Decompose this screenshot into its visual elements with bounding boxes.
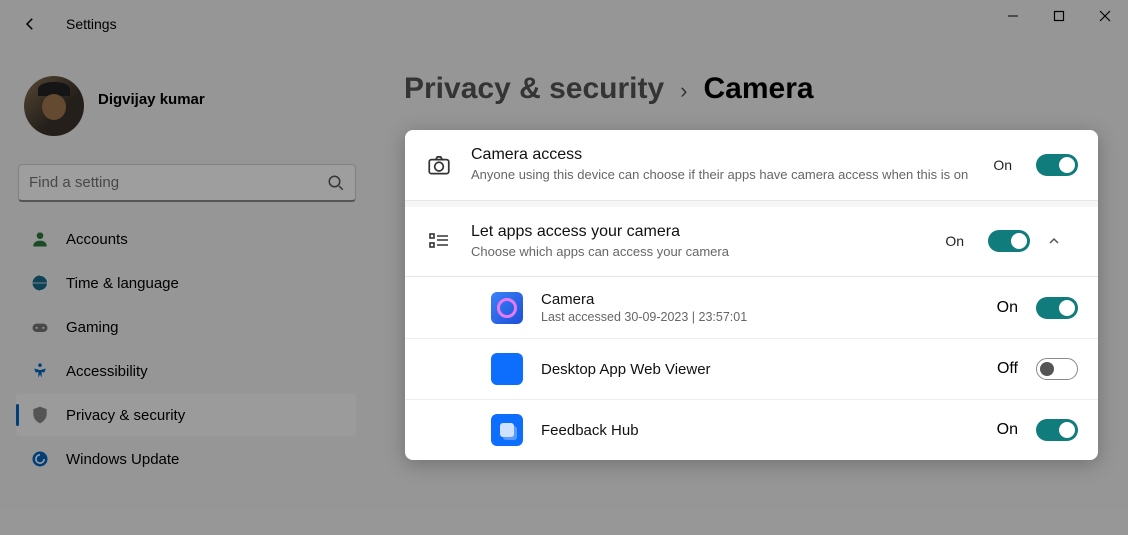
app-row: Desktop App Web Viewer Off: [405, 339, 1098, 400]
windows-update-icon: [30, 449, 50, 469]
sidebar-item-label: Accounts: [66, 231, 128, 248]
camera-access-card: Camera access Anyone using this device c…: [405, 130, 1098, 201]
app-icon: [491, 292, 523, 324]
sidebar-item-label: Privacy & security: [66, 407, 185, 424]
app-name: Desktop App Web Viewer: [541, 361, 979, 378]
app-toggle[interactable]: [1036, 358, 1078, 380]
app-row: Camera Last accessed 30-09-2023 | 23:57:0…: [405, 277, 1098, 339]
breadcrumb-current: Camera: [703, 72, 813, 106]
toggle-state-label: On: [945, 233, 964, 249]
card-title: Camera access: [471, 146, 975, 164]
toggle-state-label: On: [997, 421, 1018, 439]
sidebar: Digvijay kumar Accounts Time & langua: [16, 60, 356, 480]
sidebar-item-gaming[interactable]: Gaming: [16, 306, 356, 348]
minimize-button[interactable]: [990, 0, 1036, 32]
sidebar-item-privacy-security[interactable]: Privacy & security: [16, 394, 356, 436]
breadcrumb: Privacy & security › Camera: [404, 72, 814, 106]
app-icon: [491, 414, 523, 446]
chevron-right-icon: ›: [680, 78, 687, 104]
sidebar-item-windows-update[interactable]: Windows Update: [16, 438, 356, 480]
camera-icon: [425, 152, 453, 178]
search-input[interactable]: [29, 174, 327, 191]
sidebar-item-time-language[interactable]: Time & language: [16, 262, 356, 304]
user-subtext: [98, 108, 248, 122]
toggle-state-label: On: [997, 299, 1018, 317]
card-subtitle: Anyone using this device can choose if t…: [471, 166, 975, 184]
time-language-icon: [30, 273, 50, 293]
app-toggle[interactable]: [1036, 419, 1078, 441]
accessibility-icon: [30, 361, 50, 381]
breadcrumb-parent[interactable]: Privacy & security: [404, 72, 664, 106]
avatar: [24, 76, 84, 136]
accounts-icon: [30, 229, 50, 249]
nav-list: Accounts Time & language Gaming Accessib…: [16, 218, 356, 480]
settings-panel: Camera access Anyone using this device c…: [405, 130, 1098, 460]
sidebar-item-label: Time & language: [66, 275, 179, 292]
app-name: Camera: [541, 291, 979, 308]
sidebar-item-label: Windows Update: [66, 451, 179, 468]
sidebar-item-label: Gaming: [66, 319, 119, 336]
sidebar-item-accessibility[interactable]: Accessibility: [16, 350, 356, 392]
close-button[interactable]: [1082, 0, 1128, 32]
app-subtext: Last accessed 30-09-2023 | 23:57:01: [541, 310, 979, 324]
card-subtitle: Choose which apps can access your camera: [471, 243, 927, 261]
app-toggle[interactable]: [1036, 297, 1078, 319]
apps-access-toggle[interactable]: [988, 230, 1030, 252]
search-icon: [327, 174, 345, 192]
shield-icon: [30, 405, 50, 425]
titlebar: Settings: [0, 0, 1128, 48]
user-row[interactable]: Digvijay kumar: [16, 60, 356, 158]
toggle-state-label: On: [993, 157, 1012, 173]
user-name: Digvijay kumar: [98, 91, 248, 108]
app-title: Settings: [66, 16, 117, 32]
list-icon: [425, 229, 453, 253]
app-row: Feedback Hub On: [405, 400, 1098, 460]
sidebar-item-accounts[interactable]: Accounts: [16, 218, 356, 260]
app-name: Feedback Hub: [541, 422, 979, 439]
window-controls: [990, 0, 1128, 32]
card-title: Let apps access your camera: [471, 223, 927, 241]
toggle-state-label: Off: [997, 360, 1018, 378]
chevron-up-icon[interactable]: [1048, 235, 1078, 247]
search-box[interactable]: [18, 164, 356, 202]
maximize-button[interactable]: [1036, 0, 1082, 32]
gaming-icon: [30, 317, 50, 337]
app-icon: [491, 353, 523, 385]
back-button[interactable]: [10, 15, 50, 33]
apps-access-card[interactable]: Let apps access your camera Choose which…: [405, 207, 1098, 278]
sidebar-item-label: Accessibility: [66, 363, 148, 380]
camera-access-toggle[interactable]: [1036, 154, 1078, 176]
